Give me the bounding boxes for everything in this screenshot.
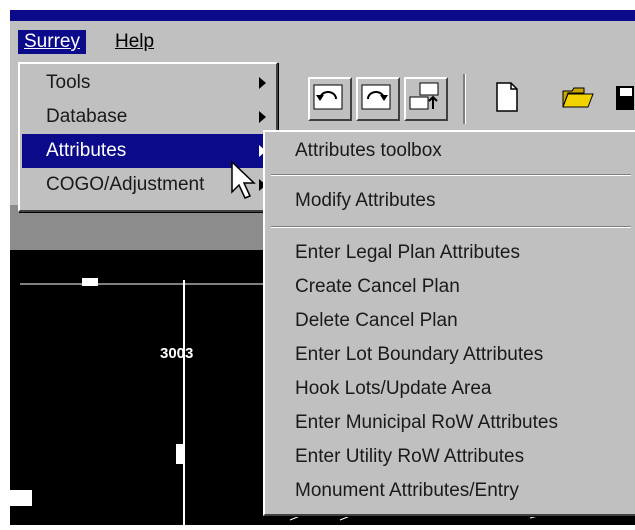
menu-separator [271,174,631,176]
menu-separator [271,226,631,228]
title-bar [10,10,635,21]
undo-button[interactable] [308,77,352,121]
arrange-button[interactable] [404,77,448,121]
menu-item-tools[interactable]: Tools [22,66,274,100]
menu-bar: Surrey Help [10,21,635,62]
lot-number-label: 3003 [160,345,194,362]
menu-item-hook-lots-update-area[interactable]: Hook Lots/Update Area [267,372,635,406]
open-folder-button[interactable] [558,77,602,121]
menu-item-enter-municipal-row-attributes[interactable]: Enter Municipal RoW Attributes [267,406,635,440]
menu-help[interactable]: Help [109,30,160,54]
submenu-arrow-icon [259,77,266,89]
menu-item-create-cancel-plan[interactable]: Create Cancel Plan [267,270,635,304]
menu-item-enter-lot-boundary-attributes[interactable]: Enter Lot Boundary Attributes [267,338,635,372]
menu-item-delete-cancel-plan[interactable]: Delete Cancel Plan [267,304,635,338]
submenu-arrow-icon [259,111,266,123]
menu-item-attributes-toolbox[interactable]: Attributes toolbox [267,134,635,168]
arrange-icon [409,82,439,110]
menu-item-modify-attributes[interactable]: Modify Attributes [267,184,635,218]
save-button[interactable] [610,77,635,121]
menu-item-enter-legal-plan-attributes[interactable]: Enter Legal Plan Attributes [267,236,635,270]
new-document-button[interactable] [486,77,530,121]
redo-icon [361,84,391,110]
open-folder-icon [562,87,594,108]
menu-item-monument-attributes-entry[interactable]: Monument Attributes/Entry [267,474,635,508]
menu-item-enter-utility-row-attributes[interactable]: Enter Utility RoW Attributes [267,440,635,474]
new-document-icon [496,82,518,112]
attributes-submenu: Attributes toolbox Modify Attributes Ent… [263,130,635,516]
menu-surrey[interactable]: Surrey [18,30,86,54]
toolbar-separator [463,74,466,124]
mouse-cursor-icon [231,160,256,199]
redo-button[interactable] [356,77,400,121]
save-icon [616,86,635,110]
menu-item-database[interactable]: Database [22,100,274,134]
undo-icon [313,84,343,110]
